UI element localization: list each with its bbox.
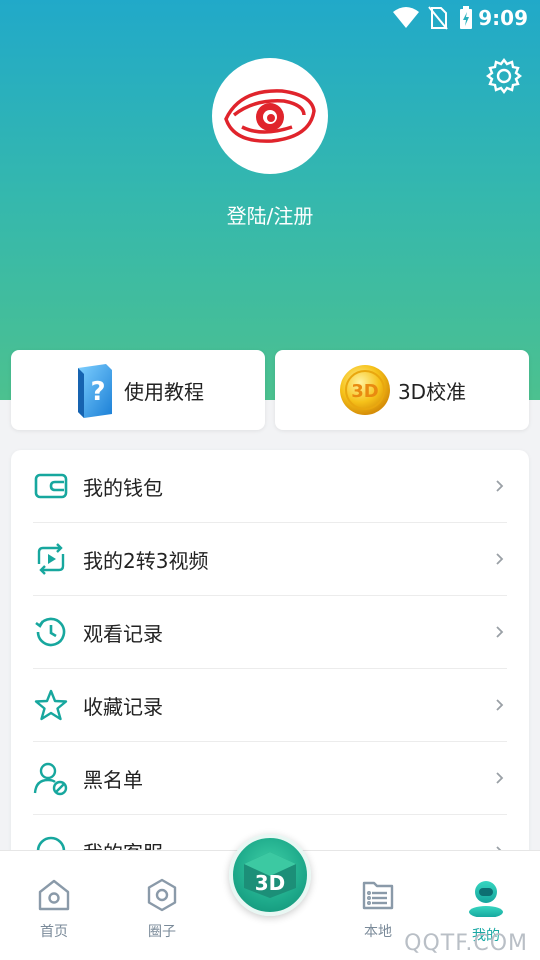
no-sim-icon [428,6,448,30]
chevron-right-icon [496,553,504,565]
convert-video-icon [33,541,69,577]
star-icon [33,687,69,723]
menu-item-history[interactable]: 观看记录 [33,596,507,669]
chevron-right-icon [496,480,504,492]
wallet-icon [33,468,69,504]
avatar[interactable] [212,58,328,174]
3d-coin-icon: 3D [339,365,390,415]
menu-item-convert-video[interactable]: 我的2转3视频 [33,523,507,596]
chevron-right-icon [496,772,504,784]
watermark: QQTF.COM [404,931,528,956]
center-3d-button[interactable]: 3D [229,834,311,916]
menu-item-wallet[interactable]: 我的钱包 [33,450,507,523]
menu-item-blacklist[interactable]: 黑名单 [33,742,507,815]
calibration-card[interactable]: 3D 3D校准 [275,350,529,430]
menu-item-label: 我的2转3视频 [83,548,209,573]
status-bar: 9:09 [0,0,540,36]
tab-label: 圈子 [148,924,176,940]
home-icon [38,879,70,911]
tutorial-book-icon: ? [78,364,112,418]
menu-item-label: 我的钱包 [83,475,163,500]
tutorial-card[interactable]: ? 使用教程 [11,350,265,430]
center-3d-text: 3D [255,871,286,895]
3d-cube-icon: 3D [244,852,296,898]
hexagon-icon [147,878,177,912]
chevron-right-icon [496,699,504,711]
status-time: 9:09 [478,6,528,30]
menu-item-label: 黑名单 [83,767,143,792]
settings-button[interactable] [484,56,524,96]
app-logo-eye-icon [224,89,316,143]
menu-item-label: 观看记录 [83,621,163,646]
gear-icon [486,58,522,94]
history-icon [33,614,69,650]
menu-item-label: 收藏记录 [83,694,163,719]
tab-label: 首页 [40,924,68,940]
folder-list-icon [362,881,394,910]
chevron-right-icon [496,626,504,638]
tutorial-label: 使用教程 [124,379,204,404]
battery-charging-icon [460,6,472,29]
tab-home[interactable]: 首页 [14,877,94,941]
wifi-icon [393,7,419,28]
menu-list: 我的钱包 我的2转3视频 观看记录 收藏记录 黑名单 我的客服 [11,450,529,870]
profile-icon [469,881,503,918]
tab-circle[interactable]: 圈子 [122,877,202,941]
svg-text:3D: 3D [351,381,378,402]
menu-item-favorites[interactable]: 收藏记录 [33,669,507,742]
blocked-user-icon [33,760,69,796]
calibration-label: 3D校准 [397,379,467,404]
svg-text:?: ? [90,377,105,407]
login-register-link[interactable]: 登陆/注册 [0,200,540,229]
